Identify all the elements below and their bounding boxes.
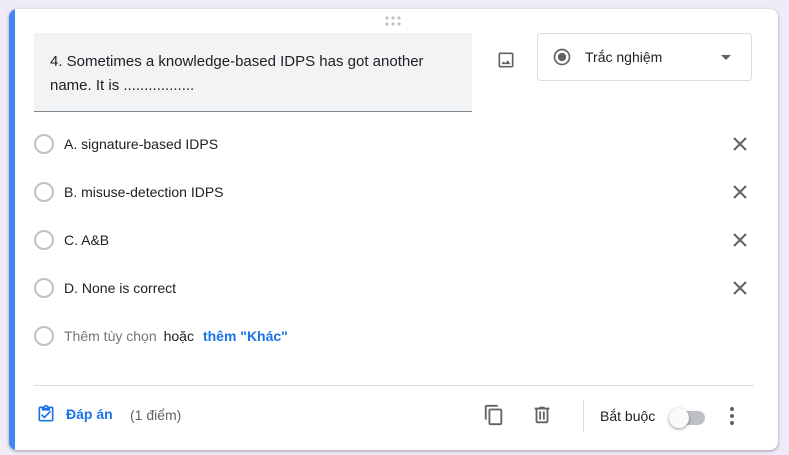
question-type-dropdown[interactable]: Trắc nghiệm <box>537 33 752 81</box>
answer-key-icon <box>38 404 54 422</box>
drag-handle-icon[interactable] <box>383 15 403 27</box>
toggle-knob <box>669 408 689 428</box>
active-accent-bar <box>9 9 15 450</box>
option-label[interactable]: A. signature-based IDPS <box>64 136 218 152</box>
radio-button-icon <box>553 48 571 66</box>
question-footer: Đáp án (1 điểm) Bắt buộc <box>9 386 778 450</box>
delete-icon <box>534 406 550 424</box>
footer-vertical-divider <box>583 400 584 432</box>
radio-circle-icon <box>34 182 54 202</box>
required-label: Bắt buộc <box>600 408 656 424</box>
more-options-button[interactable] <box>720 401 744 431</box>
remove-option-button[interactable] <box>728 228 752 252</box>
image-icon <box>498 52 514 68</box>
option-label[interactable]: B. misuse-detection IDPS <box>64 184 224 200</box>
question-title-input[interactable]: 4. Sometimes a knowledge-based IDPS has … <box>34 33 472 112</box>
radio-circle-icon <box>34 326 54 346</box>
option-row[interactable]: A. signature-based IDPS <box>34 132 754 156</box>
remove-option-button[interactable] <box>728 132 752 156</box>
add-other-link[interactable]: thêm "Khác" <box>203 328 288 344</box>
remove-option-button[interactable] <box>728 180 752 204</box>
close-icon <box>733 185 747 199</box>
duplicate-button[interactable] <box>479 400 509 430</box>
close-icon <box>733 137 747 151</box>
or-text: hoặc <box>163 328 194 344</box>
delete-button[interactable] <box>527 400 557 430</box>
close-icon <box>733 281 747 295</box>
add-option-row: Thêm tùy chọn hoặc thêm "Khác" <box>34 324 754 348</box>
option-row[interactable]: D. None is correct <box>34 276 754 300</box>
answer-key-button[interactable]: Đáp án <box>36 404 113 424</box>
option-row[interactable]: C. A&B <box>34 228 754 252</box>
add-image-button[interactable] <box>491 45 521 75</box>
question-type-label: Trắc nghiệm <box>585 49 663 65</box>
option-label[interactable]: C. A&B <box>64 232 109 248</box>
radio-circle-icon <box>34 278 54 298</box>
remove-option-button[interactable] <box>728 276 752 300</box>
radio-circle-icon <box>34 134 54 154</box>
option-label[interactable]: D. None is correct <box>64 280 176 296</box>
radio-circle-icon <box>34 230 54 250</box>
option-row[interactable]: B. misuse-detection IDPS <box>34 180 754 204</box>
more-vert-icon <box>730 407 734 425</box>
answer-key-label: Đáp án <box>66 406 113 422</box>
points-label: (1 điểm) <box>130 407 182 423</box>
duplicate-icon <box>484 404 503 426</box>
question-title-text: 4. Sometimes a knowledge-based IDPS has … <box>50 53 424 94</box>
required-toggle[interactable] <box>669 407 705 428</box>
dropdown-caret-icon <box>721 55 731 60</box>
add-option-input[interactable]: Thêm tùy chọn <box>64 328 157 344</box>
close-icon <box>733 233 747 247</box>
question-card: 4. Sometimes a knowledge-based IDPS has … <box>9 9 778 450</box>
